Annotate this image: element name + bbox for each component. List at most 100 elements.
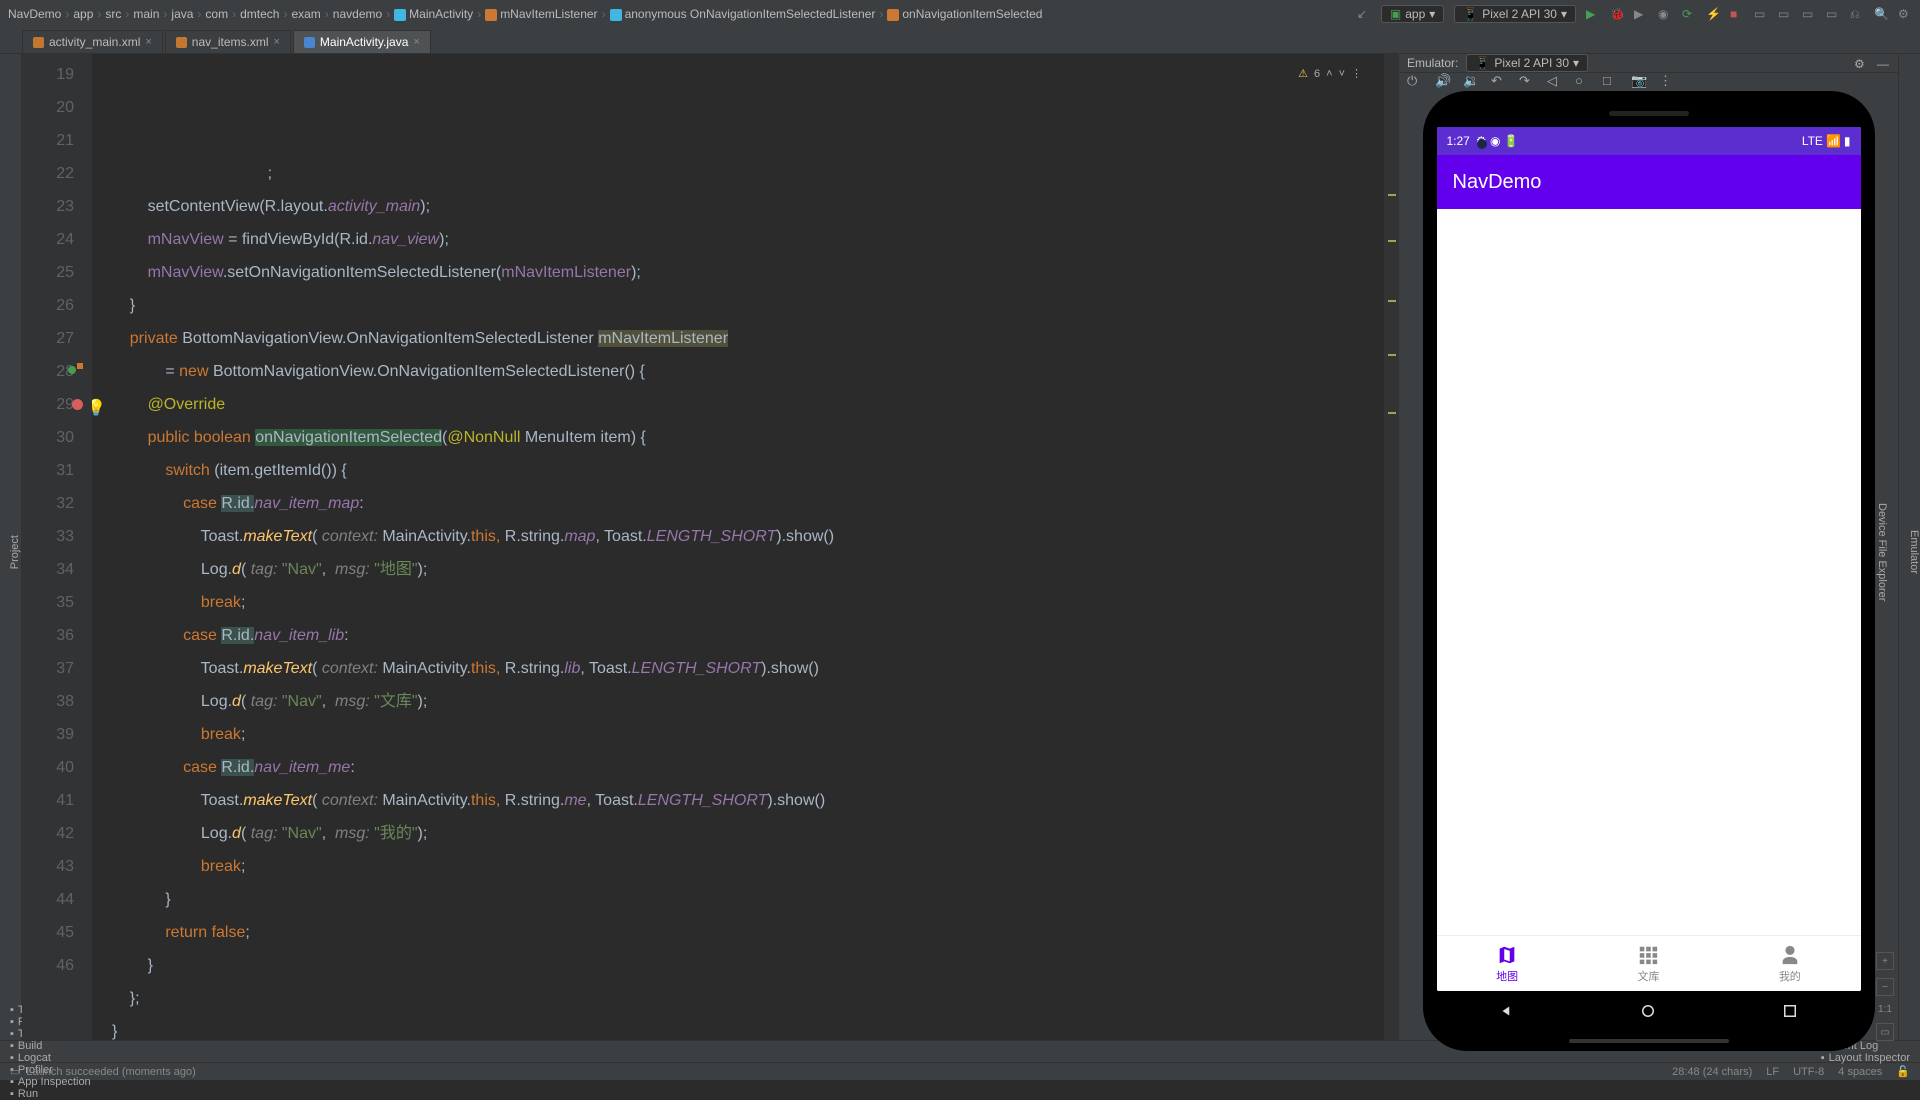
bottom-nav-item[interactable]: 文库	[1578, 936, 1719, 991]
search-icon[interactable]: 🔍	[1874, 7, 1888, 21]
code-line[interactable]: case R.id.nav_item_me:	[112, 751, 1384, 784]
code-line[interactable]: case R.id.nav_item_map:	[112, 487, 1384, 520]
code-line[interactable]: public boolean onNavigationItemSelected(…	[112, 421, 1384, 454]
breadcrumb-item[interactable]: com	[205, 7, 228, 21]
code-line[interactable]: Log.d( tag: "Nav", msg: "我的");	[112, 817, 1384, 850]
breadcrumb-class[interactable]: mNavItemListener	[485, 7, 597, 21]
code-line[interactable]: private BottomNavigationView.OnNavigatio…	[112, 322, 1384, 355]
breadcrumb-item[interactable]: src	[105, 7, 121, 21]
code-line[interactable]: return false;	[112, 916, 1384, 949]
breadcrumb-item[interactable]: navdemo	[333, 7, 382, 21]
power-icon[interactable]: ⏻	[1407, 73, 1421, 87]
code-line[interactable]: break;	[112, 586, 1384, 619]
tool-window-button[interactable]: ▪Build	[10, 1040, 91, 1052]
run-config-selector[interactable]: ▣app▾	[1381, 5, 1444, 23]
nav-overview-icon[interactable]	[1781, 1002, 1799, 1020]
breadcrumb-item[interactable]: NavDemo	[8, 7, 61, 21]
tool-window-button[interactable]: ▪Layout Inspector	[1821, 1052, 1910, 1064]
home-icon[interactable]: ○	[1575, 73, 1589, 87]
back-icon[interactable]: ◁	[1547, 73, 1561, 87]
caret-position[interactable]: 28:48 (24 chars)	[1672, 1066, 1752, 1078]
sdk-icon[interactable]: ▭	[1778, 7, 1792, 21]
code-line[interactable]: };	[112, 982, 1384, 1015]
app-content[interactable]	[1437, 209, 1861, 935]
breadcrumb-class[interactable]: MainActivity	[394, 7, 473, 21]
stop-icon[interactable]: ■	[1730, 7, 1744, 21]
close-icon[interactable]: ×	[145, 36, 151, 48]
code-line[interactable]: case R.id.nav_item_lib:	[112, 619, 1384, 652]
close-icon[interactable]: ×	[273, 36, 279, 48]
zoom-fit-icon[interactable]: ▭	[1876, 1023, 1894, 1041]
bottom-nav-item[interactable]: 我的	[1719, 936, 1860, 991]
code-editor[interactable]: 1920212223242526272829303132333435363738…	[22, 54, 1398, 1040]
code-line[interactable]: break;	[112, 850, 1384, 883]
readonly-icon[interactable]: 🔓	[1896, 1065, 1910, 1078]
override-gutter-icon[interactable]	[68, 363, 82, 377]
file-encoding[interactable]: UTF-8	[1793, 1066, 1824, 1078]
volume-down-icon[interactable]: 🔉	[1463, 73, 1477, 87]
zoom-out-icon[interactable]: −	[1876, 978, 1894, 996]
profile-icon[interactable]: ◉	[1658, 7, 1672, 21]
run-icon[interactable]: ▶	[1586, 7, 1600, 21]
screenshot-icon[interactable]: 📷	[1631, 73, 1645, 87]
error-stripe[interactable]	[1384, 54, 1398, 1040]
structure-icon[interactable]: ▭	[1826, 7, 1840, 21]
editor-tab[interactable]: MainActivity.java×	[293, 30, 431, 53]
code-line[interactable]: }	[112, 1015, 1384, 1040]
tool-window-button[interactable]: ▪Run	[10, 1088, 91, 1100]
nav-back-icon[interactable]	[1498, 1002, 1516, 1020]
sync-icon[interactable]: ↙	[1357, 7, 1371, 21]
breadcrumb-item[interactable]: app	[73, 7, 93, 21]
tool-window-button[interactable]: Emulator	[1908, 524, 1920, 580]
breadcrumb-item[interactable]: dmtech	[240, 7, 279, 21]
code-line[interactable]: Log.d( tag: "Nav", msg: "地图");	[112, 553, 1384, 586]
overview-icon[interactable]: □	[1603, 73, 1617, 87]
code-line[interactable]: @Override	[112, 388, 1384, 421]
editor-tab[interactable]: nav_items.xml×	[165, 30, 291, 53]
breadcrumb-class[interactable]: onNavigationItemSelected	[887, 7, 1042, 21]
rotate-right-icon[interactable]: ↷	[1519, 73, 1533, 87]
code-line[interactable]: }	[112, 949, 1384, 982]
settings-icon[interactable]: ⚙	[1898, 7, 1912, 21]
editor-tab[interactable]: activity_main.xml×	[22, 30, 163, 53]
close-icon[interactable]: ×	[413, 36, 419, 48]
code-line[interactable]: }	[112, 883, 1384, 916]
tool-window-button[interactable]: Project	[9, 529, 21, 575]
emulator-device-selector[interactable]: 📱Pixel 2 API 30▾	[1466, 54, 1588, 72]
code-area[interactable]: ⚠6 ˄˅⋮ ; setContentView(R.layout.activit…	[92, 54, 1384, 1040]
rotate-left-icon[interactable]: ↶	[1491, 73, 1505, 87]
indent-setting[interactable]: 4 spaces	[1838, 1066, 1882, 1078]
code-line[interactable]: Toast.makeText( context: MainActivity.th…	[112, 784, 1384, 817]
layout-icon[interactable]: ▭	[1802, 7, 1816, 21]
code-line[interactable]: break;	[112, 718, 1384, 751]
code-line[interactable]: = new BottomNavigationView.OnNavigationI…	[112, 355, 1384, 388]
code-line[interactable]: }	[112, 289, 1384, 322]
emulator-settings-icon[interactable]: ⚙	[1854, 57, 1867, 70]
git-icon[interactable]: ⎌	[1850, 7, 1864, 21]
code-line[interactable]: Log.d( tag: "Nav", msg: "文库");	[112, 685, 1384, 718]
device-screen[interactable]: 1:27 ⚙ ◉ 🔋 LTE📶▮ NavDemo 地图文库我的	[1437, 127, 1861, 991]
code-line[interactable]: mNavView.setOnNavigationItemSelectedList…	[112, 256, 1384, 289]
code-line[interactable]: mNavView = findViewById(R.id.nav_view);	[112, 223, 1384, 256]
debug-icon[interactable]: 🐞	[1610, 7, 1624, 21]
breadcrumb-item[interactable]: java	[171, 7, 193, 21]
bottom-nav-item[interactable]: 地图	[1437, 936, 1578, 991]
volume-up-icon[interactable]: 🔊	[1435, 73, 1449, 87]
code-line[interactable]: Toast.makeText( context: MainActivity.th…	[112, 652, 1384, 685]
zoom-level[interactable]: 1:1	[1878, 1004, 1892, 1015]
more-icon[interactable]: ⋮	[1659, 73, 1673, 87]
breadcrumb-item[interactable]: main	[133, 7, 159, 21]
code-line[interactable]: setContentView(R.layout.activity_main);	[112, 190, 1384, 223]
code-line[interactable]: switch (item.getItemId()) {	[112, 454, 1384, 487]
inspection-widget[interactable]: ⚠6 ˄˅⋮	[1298, 58, 1362, 91]
emulator-minimize-icon[interactable]: —	[1877, 57, 1890, 70]
nav-home-icon[interactable]	[1639, 1002, 1657, 1020]
coverage-icon[interactable]: ▶	[1634, 7, 1648, 21]
breadcrumb-item[interactable]: exam	[291, 7, 320, 21]
apply-icon[interactable]: ⚡	[1706, 7, 1720, 21]
breakpoint-icon[interactable]	[72, 399, 83, 410]
line-separator[interactable]: LF	[1766, 1066, 1779, 1078]
attach-icon[interactable]: ⟳	[1682, 7, 1696, 21]
avd-icon[interactable]: ▭	[1754, 7, 1768, 21]
zoom-in-icon[interactable]: +	[1876, 952, 1894, 970]
